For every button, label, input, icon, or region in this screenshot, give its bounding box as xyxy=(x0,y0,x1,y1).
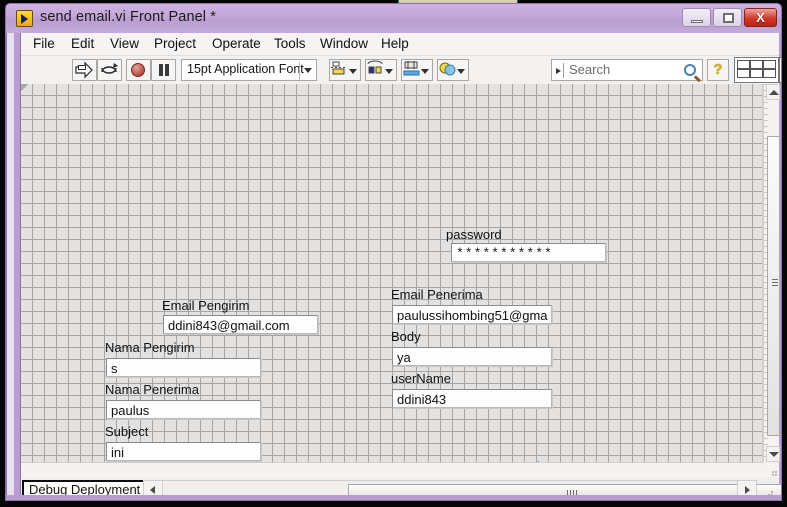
search-icon[interactable] xyxy=(684,64,696,76)
chevron-down-icon[interactable] xyxy=(304,68,312,73)
connector-cell[interactable] xyxy=(737,69,750,78)
help-button[interactable]: ? xyxy=(707,59,729,81)
connector-cell[interactable] xyxy=(737,60,750,69)
run-button[interactable] xyxy=(72,59,97,81)
menu-window[interactable]: Window xyxy=(318,36,370,51)
pause-button[interactable] xyxy=(151,59,176,81)
front-panel-canvas[interactable]: password *********** Email Pengirim ddin… xyxy=(21,84,763,462)
close-icon: X xyxy=(756,10,765,25)
connector-cell[interactable] xyxy=(750,69,763,78)
scroll-up-button[interactable] xyxy=(766,84,780,100)
maximize-button[interactable] xyxy=(713,8,742,27)
connector-cell[interactable] xyxy=(750,60,763,69)
scroll-down-button[interactable] xyxy=(766,446,780,462)
menu-project[interactable]: Project xyxy=(152,36,198,51)
input-value-username: ddini843 xyxy=(397,392,447,407)
connector-cell[interactable] xyxy=(763,60,776,69)
title-bar[interactable]: send email.vi Front Panel * X xyxy=(6,4,781,33)
control-label-body: Body xyxy=(391,329,421,344)
input-value-nama-penerima: paulus xyxy=(111,403,150,418)
resize-objects-icon xyxy=(403,61,420,76)
control-label-nama-penerima: Nama Penerima xyxy=(105,382,199,397)
input-username[interactable]: ddini843 xyxy=(392,389,552,408)
stop-icon xyxy=(131,63,145,77)
front-panel-scroll-region: password *********** Email Pengirim ddin… xyxy=(21,84,780,478)
run-continuously-button[interactable] xyxy=(97,59,122,81)
pause-icon-bar-right xyxy=(165,64,169,76)
panel-vertical-scrollbar[interactable] xyxy=(763,84,780,462)
panel-resize-corner[interactable] xyxy=(763,462,779,478)
chevron-down-icon[interactable] xyxy=(349,69,357,74)
reorder-button[interactable] xyxy=(437,59,469,81)
font-selector-label: 15pt Application Font xyxy=(187,62,304,76)
control-label-username: userName xyxy=(391,371,451,386)
client-area: File Edit View Project Operate Tools Win… xyxy=(20,33,781,500)
font-selector[interactable]: 15pt Application Font xyxy=(181,59,317,81)
input-email-pengirim[interactable]: ddini843@gmail.com xyxy=(163,315,318,334)
chevron-left-icon xyxy=(150,486,155,494)
control-label-subject: Subject xyxy=(105,424,149,439)
chevron-up-icon xyxy=(769,90,779,95)
search-input[interactable]: Search xyxy=(551,59,703,81)
chevron-right-icon xyxy=(745,486,750,494)
input-value-body: ya xyxy=(397,350,411,365)
menu-edit[interactable]: Edit xyxy=(69,36,96,51)
toolbar: 15pt Application Font Search ? xyxy=(21,56,781,85)
font-selector-separator xyxy=(299,62,300,80)
panel-horizontal-scrollbar[interactable] xyxy=(21,462,763,478)
menu-help[interactable]: Help xyxy=(379,36,411,51)
distribute-objects-icon xyxy=(367,60,383,74)
distribute-objects-button[interactable] xyxy=(365,59,397,81)
panel-origin-marker xyxy=(21,84,29,92)
connector-pane[interactable] xyxy=(734,57,779,83)
chevron-down-icon[interactable] xyxy=(421,69,429,74)
menu-bar: File Edit View Project Operate Tools Win… xyxy=(21,33,779,56)
vertical-scrollbar-thumb[interactable] xyxy=(767,136,780,436)
align-objects-button[interactable] xyxy=(329,59,361,81)
control-label-email-penerima: Email Penerima xyxy=(391,287,483,302)
input-value-password: *********** xyxy=(456,246,553,261)
vi-icon-thumbnail[interactable]: 1 xyxy=(779,57,781,83)
minimize-button[interactable] xyxy=(682,8,711,27)
labview-vi-icon xyxy=(16,10,33,27)
reorder-icon xyxy=(439,62,456,76)
input-nama-pengirim[interactable]: s xyxy=(106,358,261,377)
input-subject[interactable]: ini xyxy=(106,442,261,461)
control-label-nama-pengirim: Nama Pengirim xyxy=(105,340,195,355)
run-continuously-icon xyxy=(101,63,118,74)
menu-view[interactable]: View xyxy=(108,36,141,51)
window-title: send email.vi Front Panel * xyxy=(40,9,216,25)
search-placeholder: Search xyxy=(569,62,611,77)
menu-tools[interactable]: Tools xyxy=(272,36,308,51)
input-body[interactable]: ya xyxy=(392,347,552,366)
control-label-password: password xyxy=(446,227,502,242)
run-arrow-icon xyxy=(75,61,93,79)
pause-icon-bar-left xyxy=(159,64,163,76)
chevron-down-icon[interactable] xyxy=(385,69,393,74)
chevron-down-icon xyxy=(769,452,779,457)
search-dropdown-icon[interactable] xyxy=(556,68,561,74)
menu-operate[interactable]: Operate xyxy=(210,36,263,51)
window-left-frame xyxy=(6,33,20,500)
input-value-email-pengirim: ddini843@gmail.com xyxy=(168,318,290,333)
abort-execution-button[interactable] xyxy=(126,59,151,81)
input-email-penerima[interactable]: paulussihombing51@gmail xyxy=(392,305,552,324)
control-label-email-pengirim: Email Pengirim xyxy=(162,298,250,313)
input-nama-penerima[interactable]: paulus xyxy=(106,400,261,419)
labview-front-panel-window: send email.vi Front Panel * X File Edit … xyxy=(5,3,782,501)
input-value-email-penerima: paulussihombing51@gmail xyxy=(397,308,548,323)
search-caret xyxy=(563,63,564,78)
input-password[interactable]: *********** xyxy=(451,243,606,262)
resize-objects-button[interactable] xyxy=(401,59,433,81)
align-objects-icon xyxy=(331,61,347,75)
chevron-down-icon[interactable] xyxy=(457,69,465,74)
connector-cell[interactable] xyxy=(763,69,776,78)
input-value-nama-pengirim: s xyxy=(111,361,118,376)
close-button[interactable]: X xyxy=(744,8,777,27)
menu-file[interactable]: File xyxy=(31,36,57,51)
window-bottom-frame xyxy=(6,495,781,500)
input-value-subject: ini xyxy=(111,445,125,460)
